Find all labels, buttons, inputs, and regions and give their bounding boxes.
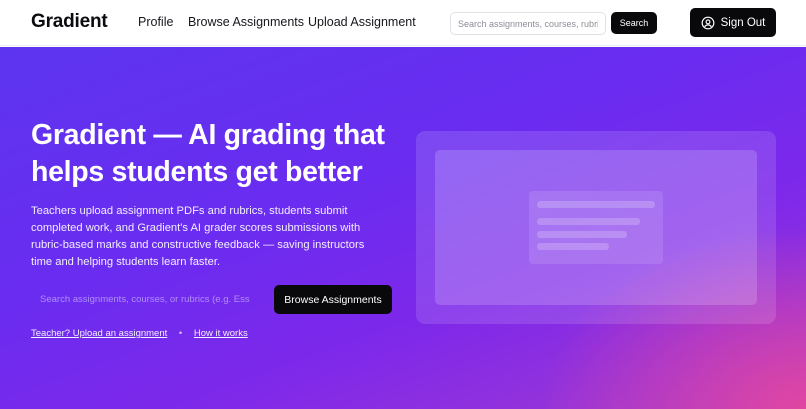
- brand-logo[interactable]: Gradient: [31, 11, 108, 33]
- placeholder-line: [537, 231, 627, 238]
- upload-assignment-link[interactable]: Teacher? Upload an assignment: [31, 328, 167, 339]
- nav-link-upload-assignment[interactable]: Upload Assignment: [308, 15, 416, 29]
- hero-links: Teacher? Upload an assignment • How it w…: [31, 328, 248, 339]
- browse-assignments-button[interactable]: Browse Assignments: [274, 285, 392, 314]
- user-circle-icon: [701, 16, 715, 30]
- placeholder-line: [537, 243, 609, 250]
- nav-link-profile[interactable]: Profile: [138, 15, 173, 29]
- hero-illustration-card: [416, 131, 776, 324]
- link-separator: •: [178, 328, 183, 339]
- placeholder-line: [537, 218, 640, 225]
- placeholder-line: [537, 201, 655, 208]
- sign-out-label: Sign Out: [720, 16, 766, 29]
- hero-description: Teachers upload assignment PDFs and rubr…: [31, 205, 365, 268]
- nav-search-button[interactable]: Search: [611, 12, 657, 34]
- hero-title: Gradient — AI grading that helps student…: [31, 119, 385, 188]
- hero-search-input[interactable]: [31, 285, 267, 313]
- illustration-screen: [435, 150, 757, 305]
- hero-section: Gradient — AI grading that helps student…: [0, 47, 806, 409]
- nav-link-browse-assignments[interactable]: Browse Assignments: [188, 15, 304, 29]
- top-navbar: Gradient Profile Browse Assignments Uplo…: [0, 0, 806, 46]
- nav-search-input[interactable]: [450, 12, 606, 35]
- illustration-content-box: [529, 191, 663, 264]
- how-it-works-link[interactable]: How it works: [194, 328, 248, 339]
- sign-out-button[interactable]: Sign Out: [690, 8, 776, 37]
